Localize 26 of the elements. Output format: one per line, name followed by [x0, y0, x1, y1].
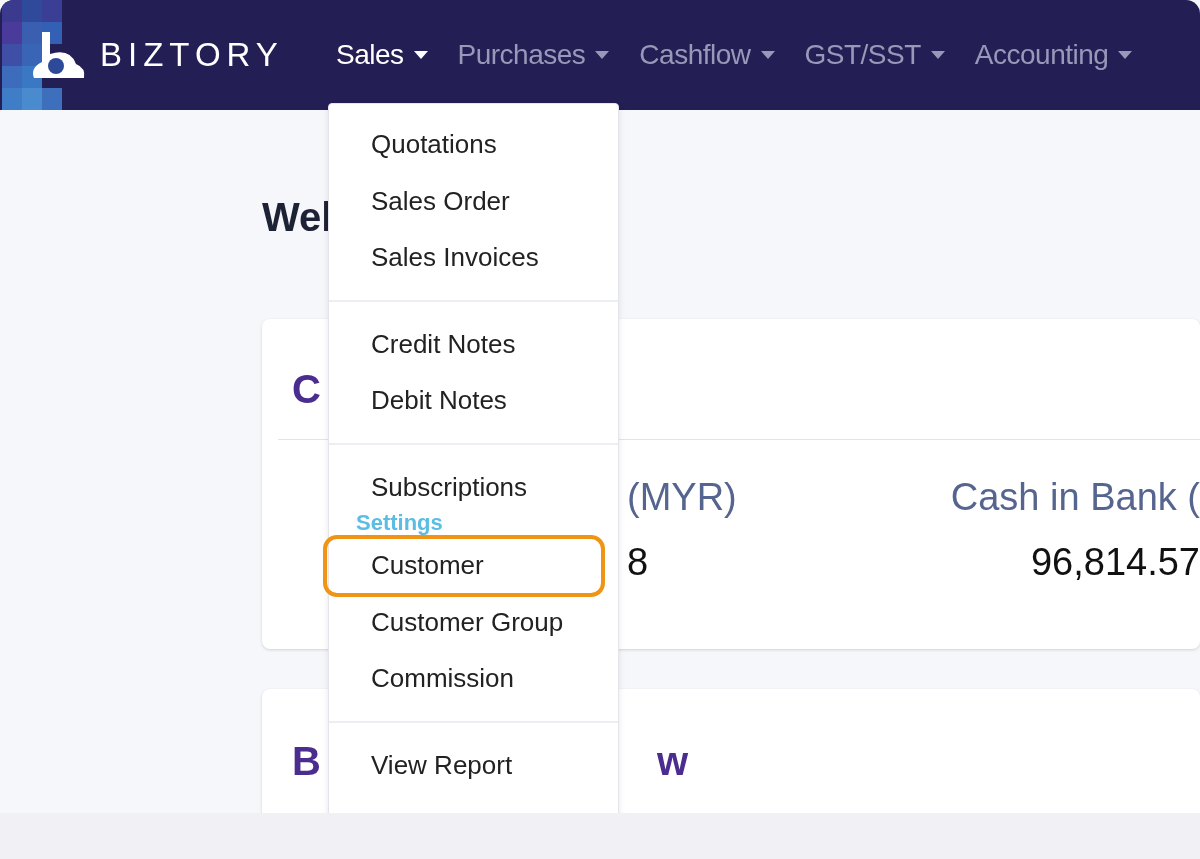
card-title: w — [656, 739, 688, 779]
menu-item[interactable]: Sales Invoices — [329, 229, 618, 286]
card-title: B — [292, 739, 321, 779]
menu-item[interactable]: Debit Notes — [329, 372, 618, 429]
menu-item[interactable]: Customer — [323, 535, 605, 597]
stat-value: 96,814.57 — [1030, 541, 1200, 584]
brand-name: BIZTORY — [100, 36, 284, 74]
caret-icon — [1118, 51, 1133, 59]
nav-menu[interactable]: Sales — [336, 39, 428, 71]
caret-icon — [930, 51, 945, 59]
caret-icon — [413, 51, 428, 59]
stat-label: Cash in Bank ( — [950, 476, 1200, 519]
menu-item[interactable]: Sales Order — [329, 172, 618, 229]
nav-menu[interactable]: Accounting — [974, 39, 1133, 71]
nav-menu[interactable]: Cashflow — [639, 39, 775, 71]
menu-item[interactable]: Commission — [329, 650, 618, 707]
stat-label: (MYR) — [627, 476, 737, 519]
menu-item[interactable]: Credit Notes — [329, 315, 618, 372]
stat-value: 8 — [627, 541, 649, 584]
nav-menu[interactable]: Purchases — [457, 39, 610, 71]
nav-menu[interactable]: GST/SST — [804, 39, 945, 71]
caret-icon — [595, 51, 610, 59]
menu-item[interactable]: Quotations — [329, 116, 618, 173]
card-title: C — [292, 367, 321, 409]
menu-item[interactable]: View Report — [329, 736, 618, 793]
caret-icon — [760, 51, 775, 59]
